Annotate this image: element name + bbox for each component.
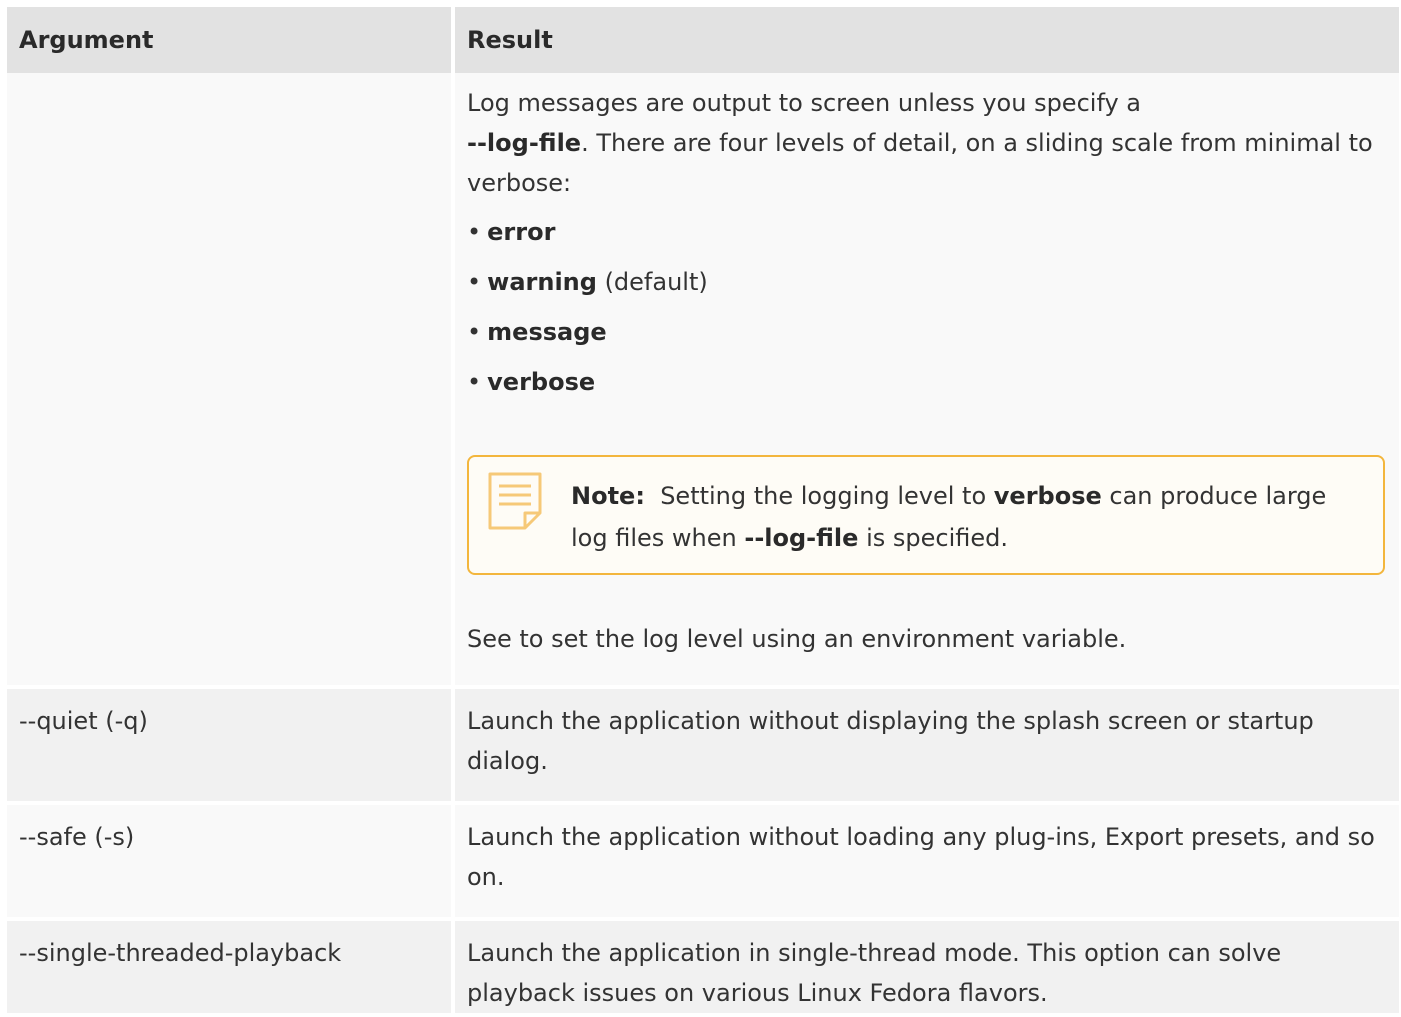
argument-quiet: --quiet (-q) bbox=[7, 689, 455, 805]
list-item: • verbose bbox=[467, 361, 1385, 403]
arguments-table: Argument Result Log messages are output … bbox=[7, 7, 1399, 1017]
list-item: • warning (default) bbox=[467, 261, 1385, 303]
note-callout: Note: Setting the logging level to verbo… bbox=[467, 455, 1385, 575]
note-text-3: is specified. bbox=[866, 524, 1008, 552]
header-result: Result bbox=[455, 7, 1399, 73]
note-icon bbox=[487, 471, 543, 531]
level-error: error bbox=[487, 218, 556, 246]
result-single-threaded: Launch the application in single-thread … bbox=[455, 921, 1399, 1017]
see-text: See to set the log level using an enviro… bbox=[467, 625, 1127, 653]
note-text: Note: Setting the logging level to verbo… bbox=[571, 475, 1363, 559]
bullet: • bbox=[467, 268, 482, 296]
bullet: • bbox=[467, 318, 482, 346]
log-file-flag: --log-file bbox=[467, 129, 582, 157]
argument-safe: --safe (-s) bbox=[7, 805, 455, 921]
level-warning: warning bbox=[487, 268, 597, 296]
argument-single-threaded: --single-threaded-playback bbox=[7, 921, 455, 1017]
bullet: • bbox=[467, 218, 482, 246]
note-bold-verbose: verbose bbox=[993, 482, 1102, 510]
list-item: • message bbox=[467, 311, 1385, 353]
list-item: • error bbox=[467, 211, 1385, 253]
log-intro-text-1: Log messages are output to screen unless… bbox=[467, 89, 1142, 117]
table-row: --safe (-s) Launch the application witho… bbox=[7, 805, 1399, 921]
level-suffix: (default) bbox=[596, 268, 708, 296]
log-intro-text-2: . There are four levels of detail, on a … bbox=[467, 129, 1373, 197]
level-message: message bbox=[487, 318, 607, 346]
result-cell: Log messages are output to screen unless… bbox=[455, 73, 1399, 689]
table-row: --quiet (-q) Launch the application with… bbox=[7, 689, 1399, 805]
note-bold-log-file: --log-file bbox=[744, 524, 859, 552]
result-quiet: Launch the application without displayin… bbox=[455, 689, 1399, 805]
table-row: --single-threaded-playback Launch the ap… bbox=[7, 921, 1399, 1017]
level-verbose: verbose bbox=[487, 368, 596, 396]
header-argument: Argument bbox=[7, 7, 455, 73]
table-header-row: Argument Result bbox=[7, 7, 1399, 73]
bullet: • bbox=[467, 368, 482, 396]
log-intro: Log messages are output to screen unless… bbox=[467, 79, 1385, 203]
note-label: Note: bbox=[571, 482, 645, 510]
table-row: Log messages are output to screen unless… bbox=[7, 73, 1399, 689]
note-text-1: Setting the logging level to bbox=[660, 482, 987, 510]
result-safe: Launch the application without loading a… bbox=[455, 805, 1399, 921]
argument-cell bbox=[7, 73, 455, 689]
